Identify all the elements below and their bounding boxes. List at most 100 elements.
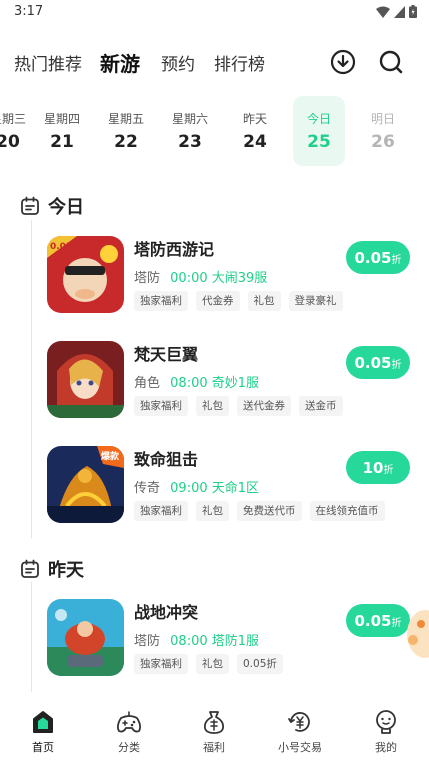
search-icon[interactable] — [378, 49, 404, 75]
bottom-nav-label: 首页 — [32, 741, 54, 754]
discount-value: 0.05 — [354, 612, 392, 630]
date-day: 26 — [371, 132, 395, 152]
game-genre: 塔防 — [134, 634, 161, 649]
game-card[interactable]: 战地冲突 塔防 08:00 塔防1服 独家福利 礼包 0.05折 0.05折 — [47, 599, 419, 679]
date-day: 22 — [114, 132, 138, 152]
bottom-nav-profile[interactable]: 我的 — [351, 708, 421, 755]
bottom-nav: 首页 分类 福利 小号交易 我的 — [0, 700, 429, 764]
game-server-time: 09:00 天命1区 — [170, 481, 260, 496]
game-tag: 代金券 — [196, 291, 240, 311]
game-tag: 独家福利 — [134, 501, 188, 521]
date-item-today[interactable]: 今日 25 — [293, 96, 345, 166]
date-weekday: 明日 — [370, 112, 395, 126]
game-tag: 礼包 — [247, 291, 281, 311]
date-weekday: 星期四 — [43, 112, 80, 126]
section-header-yesterday: 昨天 — [20, 556, 84, 582]
game-name: 战地冲突 — [134, 603, 199, 622]
tab-hot-recommend[interactable]: 热门推荐 — [14, 50, 82, 75]
status-time: 3:17 — [14, 4, 44, 19]
bottom-nav-category[interactable]: 分类 — [94, 708, 164, 755]
game-server-time: 08:00 塔防1服 — [170, 634, 260, 649]
signal-icon — [394, 5, 405, 18]
tab-new-games[interactable]: 新游 — [100, 48, 140, 77]
game-tag: 礼包 — [196, 654, 229, 674]
game-tag: 免费送代币 — [237, 501, 302, 521]
game-icon[interactable] — [47, 599, 124, 676]
timeline-line — [31, 220, 32, 538]
game-tag: 独家福利 — [134, 396, 188, 416]
bottom-nav-label: 我的 — [375, 741, 397, 754]
date-item[interactable]: 星期四 21 — [36, 96, 88, 166]
game-meta: 角色 08:00 奇妙1服 — [134, 372, 259, 391]
game-tag: 礼包 — [196, 501, 229, 521]
bottom-nav-home[interactable]: 首页 — [8, 708, 78, 755]
download-icon[interactable] — [330, 49, 356, 75]
discount-value: 0.05 — [354, 249, 392, 267]
date-weekday: 今日 — [306, 112, 331, 126]
game-server-time: 08:00 奇妙1服 — [170, 376, 260, 391]
game-tag: 送金币 — [299, 396, 343, 416]
game-tag: 送代金券 — [237, 396, 291, 416]
date-day: 25 — [307, 132, 331, 152]
game-name: 致命狙击 — [134, 450, 199, 469]
bottom-nav-account-trade[interactable]: 小号交易 — [265, 708, 335, 755]
game-tag: 礼包 — [196, 396, 229, 416]
discount-unit: 折 — [391, 360, 402, 371]
date-item[interactable]: 星期六 23 — [164, 96, 216, 166]
date-item[interactable]: 昨天 24 — [229, 96, 281, 166]
game-tag: 独家福利 — [134, 654, 188, 674]
game-genre: 传奇 — [134, 481, 161, 496]
game-genre: 角色 — [134, 376, 161, 391]
date-day: 23 — [178, 132, 202, 152]
status-icons — [376, 5, 417, 18]
date-day: 20 — [0, 132, 20, 152]
yen-trade-icon — [288, 712, 310, 732]
top-nav: 热门推荐 新游 预约 排行榜 — [0, 40, 429, 84]
discount-badge[interactable]: 10折 — [346, 451, 410, 484]
date-weekday: 星期六 — [171, 112, 208, 126]
calendar-icon — [21, 196, 39, 215]
tab-reservation[interactable]: 预约 — [161, 50, 195, 75]
discount-value: 0.05 — [354, 354, 392, 372]
discount-badge[interactable]: 0.05折 — [346, 346, 410, 379]
floating-gift-icon[interactable] — [399, 604, 429, 664]
bottom-nav-welfare[interactable]: 福利 — [179, 708, 249, 755]
date-item-tomorrow[interactable]: 明日 26 — [357, 96, 409, 166]
game-card[interactable]: 梵天巨翼 角色 08:00 奇妙1服 独家福利 礼包 送代金券 送金币 0.05… — [47, 341, 419, 421]
game-icon[interactable]: 爆款 — [47, 446, 124, 523]
game-meta: 塔防 08:00 塔防1服 — [134, 630, 259, 649]
timeline-line — [31, 582, 32, 692]
discount-badge[interactable]: 0.05折 — [346, 241, 410, 274]
date-weekday: 星期三 — [0, 112, 26, 126]
status-bar: 3:17 — [0, 0, 429, 24]
bottom-nav-label: 小号交易 — [278, 741, 322, 754]
calendar-icon — [21, 559, 39, 578]
bottom-nav-label: 福利 — [203, 741, 225, 754]
section-header-today: 今日 — [20, 193, 84, 219]
date-weekday: 星期五 — [107, 112, 144, 126]
date-day: 24 — [243, 132, 267, 152]
svg-text:爆款: 爆款 — [101, 450, 120, 462]
section-title: 今日 — [48, 197, 84, 218]
svg-text:0.05: 0.05 — [50, 242, 72, 252]
game-card[interactable]: 0.05 塔防西游记 塔防 00:00 大闹39服 独家福利 代金券 礼包 登录… — [47, 236, 419, 316]
tab-ranking[interactable]: 排行榜 — [214, 50, 265, 75]
date-day: 21 — [50, 132, 74, 152]
home-icon — [33, 711, 53, 733]
game-tag: 0.05折 — [237, 654, 283, 674]
date-strip: 星期三 20 星期四 21 星期五 22 星期六 23 昨天 24 今日 25 … — [0, 96, 429, 166]
game-tag: 登录豪礼 — [288, 291, 343, 311]
game-tags: 独家福利 礼包 免费送代币 在线领充值币 — [134, 501, 385, 521]
game-icon[interactable]: 0.05 — [47, 236, 124, 313]
game-tags: 独家福利 礼包 送代金券 送金币 — [134, 396, 343, 416]
date-item[interactable]: 星期三 20 — [0, 96, 34, 166]
profile-icon — [376, 710, 396, 734]
discount-unit: 折 — [391, 255, 402, 266]
game-card[interactable]: 爆款 致命狙击 传奇 09:00 天命1区 独家福利 礼包 免费送代币 在线领充… — [47, 446, 419, 526]
discount-value: 10 — [362, 459, 384, 477]
game-icon[interactable] — [47, 341, 124, 418]
discount-unit: 折 — [383, 465, 394, 476]
date-weekday: 昨天 — [242, 112, 267, 126]
game-meta: 传奇 09:00 天命1区 — [134, 477, 259, 496]
date-item[interactable]: 星期五 22 — [100, 96, 152, 166]
